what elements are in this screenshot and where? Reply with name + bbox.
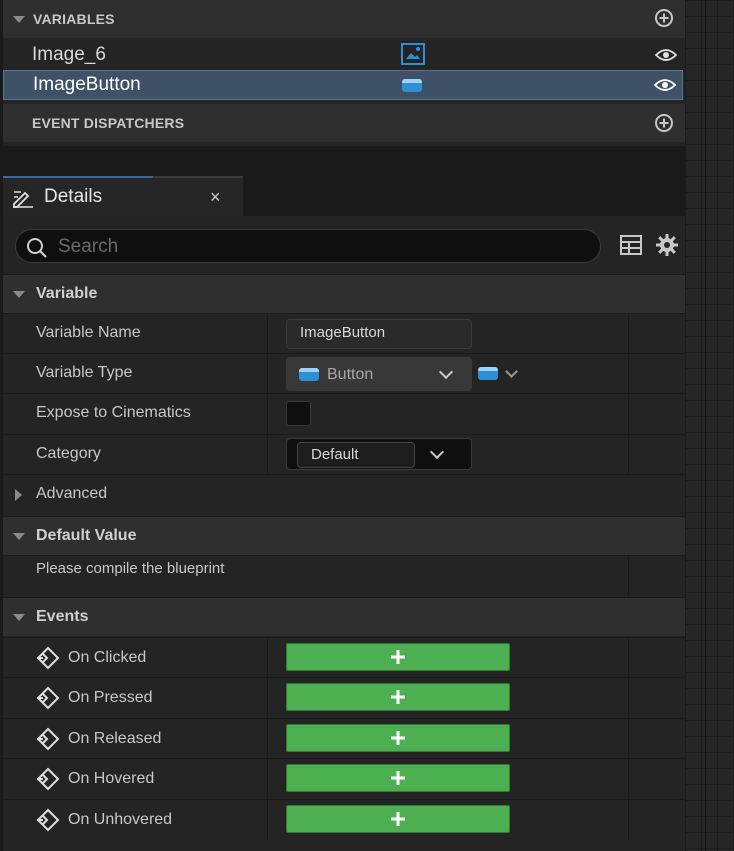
search-icon [27, 238, 47, 258]
event-label: On Clicked [68, 649, 147, 666]
chevron-down-icon[interactable] [505, 365, 518, 378]
event-row-on-pressed: On Pressed [3, 677, 685, 718]
collapse-arrow-icon[interactable] [13, 613, 25, 621]
table-view-icon[interactable] [620, 235, 642, 255]
gear-icon[interactable] [655, 233, 679, 257]
variables-header-label: VARIABLES [33, 11, 115, 27]
variables-panel: VARIABLES Image_6 ImageButton EVENT DISP… [3, 0, 685, 146]
details-panel: Variable Variable Name ImageButton Varia… [3, 216, 685, 851]
advanced-label: Advanced [36, 485, 108, 502]
category-label: Category [36, 445, 101, 462]
expose-checkbox[interactable] [286, 401, 311, 426]
graph-canvas-background [685, 0, 734, 851]
category-combobox[interactable]: Default [286, 438, 472, 470]
advanced-row[interactable]: Advanced [3, 474, 685, 515]
event-row-on-unhovered: On Unhovered [3, 799, 685, 840]
event-row-on-clicked: On Clicked [3, 637, 685, 678]
variable-type-dropdown[interactable]: Button [286, 357, 472, 391]
eye-icon[interactable] [654, 79, 676, 91]
variable-name: ImageButton [33, 74, 141, 95]
details-tab-title: Details [44, 186, 103, 207]
event-label: On Unhovered [68, 811, 173, 828]
container-type-icon[interactable] [478, 367, 498, 380]
tab-accent [3, 176, 153, 178]
variable-type-row: Variable Type Button [3, 353, 685, 394]
collapse-arrow-icon[interactable] [13, 15, 25, 23]
variable-type-label: Variable Type [36, 364, 133, 381]
default-value-row: Please compile the blueprint [3, 555, 685, 598]
search-box[interactable] [15, 229, 601, 264]
search-input[interactable] [56, 230, 590, 264]
add-event-button[interactable] [286, 683, 510, 711]
event-label: On Hovered [68, 770, 155, 787]
default-value-section-header[interactable]: Default Value [3, 516, 685, 555]
event-icon [36, 686, 60, 710]
add-event-button[interactable] [286, 724, 510, 752]
button-type-icon [299, 368, 319, 381]
event-label: On Released [68, 730, 162, 747]
expand-arrow-icon[interactable] [15, 489, 22, 501]
add-event-button[interactable] [286, 805, 510, 833]
chevron-down-icon [438, 364, 454, 380]
add-dispatcher-icon[interactable] [655, 114, 673, 132]
add-variable-icon[interactable] [655, 9, 673, 27]
event-row-on-hovered: On Hovered [3, 758, 685, 799]
variable-row-imagebutton[interactable]: ImageButton [3, 70, 683, 100]
variables-header[interactable]: VARIABLES [3, 0, 685, 38]
add-event-button[interactable] [286, 764, 510, 792]
variable-row-image[interactable]: Image_6 [3, 40, 683, 70]
image-type-icon [401, 43, 425, 65]
variable-section-header[interactable]: Variable [3, 274, 685, 313]
event-row-on-released: On Released [3, 718, 685, 759]
events-section-title: Events [36, 608, 89, 625]
category-input[interactable]: Default [297, 442, 415, 468]
chevron-down-icon[interactable] [429, 444, 445, 460]
pencil-icon [13, 191, 33, 208]
close-icon[interactable]: × [210, 187, 221, 208]
events-section-header[interactable]: Events [3, 597, 685, 636]
details-tab[interactable]: Details × [3, 176, 243, 216]
event-dispatchers-label: EVENT DISPATCHERS [32, 115, 185, 131]
event-icon [36, 767, 60, 791]
compile-message: Please compile the blueprint [36, 560, 225, 577]
event-icon [36, 808, 60, 832]
variable-name-label: Variable Name [36, 324, 141, 341]
variable-name-field[interactable]: ImageButton [286, 319, 472, 349]
variable-section-title: Variable [36, 285, 98, 302]
event-dispatchers-header[interactable]: EVENT DISPATCHERS [3, 104, 685, 142]
expose-row: Expose to Cinematics [3, 393, 685, 434]
variable-type-value: Button [327, 366, 374, 383]
collapse-arrow-icon[interactable] [13, 532, 25, 540]
event-icon [36, 727, 60, 751]
event-label: On Pressed [68, 689, 153, 706]
category-row: Category Default [3, 434, 685, 475]
collapse-arrow-icon[interactable] [13, 290, 25, 298]
panel-gap [3, 146, 685, 176]
expose-label: Expose to Cinematics [36, 404, 191, 421]
button-type-icon [402, 79, 422, 92]
eye-icon[interactable] [655, 49, 677, 61]
variable-name-row: Variable Name ImageButton [3, 313, 685, 354]
default-value-section-title: Default Value [36, 527, 137, 544]
event-icon [36, 646, 60, 670]
add-event-button[interactable] [286, 643, 510, 671]
variable-name: Image_6 [32, 44, 106, 65]
